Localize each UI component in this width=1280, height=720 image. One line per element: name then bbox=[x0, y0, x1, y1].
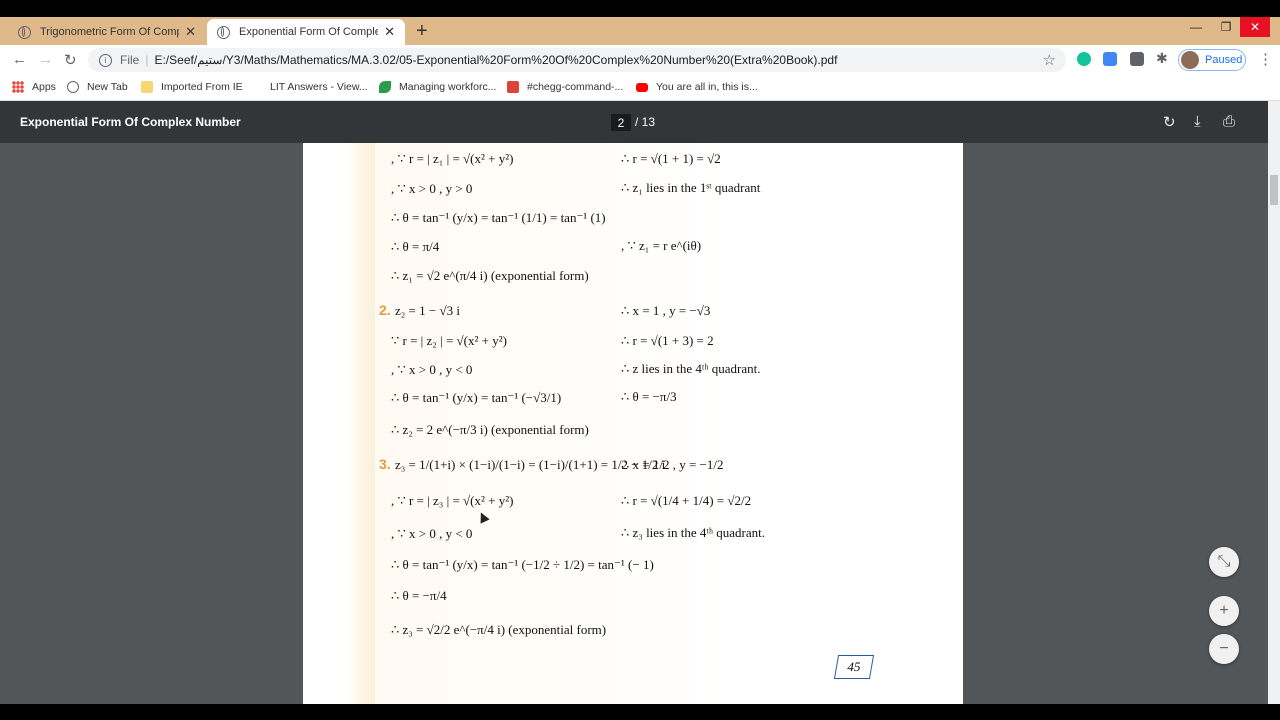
math-line: ∴ z₁ = √2 e^(π/4 i) (exponential form) bbox=[391, 268, 589, 283]
math-line: ∴ θ = −π/3 bbox=[621, 389, 677, 404]
math-line: , ∵ z₁ = r e^(iθ) bbox=[621, 238, 702, 253]
pdf-title: Exponential Form Of Complex Number bbox=[20, 115, 241, 129]
profile-status: Paused bbox=[1205, 54, 1243, 66]
window-close-button[interactable]: ✕ bbox=[1240, 17, 1270, 37]
screen-bottom-strip bbox=[0, 704, 1280, 720]
math-line: ∴ r = √(1/4 + 1/4) = √2/2 bbox=[621, 493, 752, 508]
math-line: , ∵ r = | z₁ | = √(x² + y²) bbox=[391, 151, 514, 166]
tab-trigonometric[interactable]: Trigonometric Form Of Complex Number ✕ bbox=[8, 19, 206, 45]
math-line: ∴ r = √(1 + 1) = √2 bbox=[621, 151, 721, 166]
math-line: ∴ θ = tan⁻¹ (y/x) = tan⁻¹ (−√3/1) bbox=[391, 390, 562, 405]
forward-button[interactable]: → bbox=[38, 51, 53, 68]
math-line: ∴ x = 1/2 , y = −1/2 bbox=[621, 457, 724, 472]
bookmark-label: You are all in, this is... bbox=[656, 81, 758, 93]
math-line: , ∵ x > 0 , y > 0 bbox=[391, 181, 473, 196]
bookmark-managing-workforce[interactable]: Managing workforc... bbox=[379, 81, 496, 93]
url-text[interactable]: E:/Seef/ستيم/Y3/Maths/Mathematics/MA.3.0… bbox=[154, 53, 837, 67]
item-number: 3. bbox=[379, 456, 391, 472]
math-line: ∴ z₂ = 2 e^(−π/3 i) (exponential form) bbox=[391, 422, 589, 437]
reload-button[interactable]: ↻ bbox=[64, 51, 77, 69]
pdf-page: , ∵ r = | z₁ | = √(x² + y²) ∴ r = √(1 + … bbox=[303, 143, 963, 704]
leaf-icon bbox=[379, 81, 391, 93]
pdf-toolbar: Exponential Form Of Complex Number 2 / 1… bbox=[0, 101, 1268, 143]
bookmark-lit-answers[interactable]: LIT Answers - View... bbox=[250, 81, 368, 93]
math-line: , ∵ x > 0 , y < 0 bbox=[391, 362, 473, 377]
facebook-icon[interactable] bbox=[1130, 52, 1144, 66]
globe-icon bbox=[217, 25, 230, 39]
screen-top-strip bbox=[0, 0, 1280, 17]
print-icon[interactable]: ⎙ bbox=[1223, 113, 1235, 130]
math-line: ∴ θ = π/4 bbox=[391, 239, 440, 254]
globe-icon bbox=[18, 25, 31, 39]
page-margin-strip bbox=[348, 143, 375, 704]
avatar bbox=[1181, 51, 1199, 69]
maximize-button[interactable]: ❐ bbox=[1212, 17, 1240, 37]
bookmark-label: Imported From IE bbox=[161, 81, 243, 93]
bookmark-label: New Tab bbox=[87, 81, 128, 93]
back-button[interactable]: ← bbox=[12, 51, 27, 68]
address-bar[interactable]: i File | E:/Seef/ستيم/Y3/Maths/Mathemati… bbox=[88, 48, 1066, 72]
math-line: z₂ = 1 − √3 i bbox=[395, 303, 460, 318]
math-line: ∴ x = 1 , y = −√3 bbox=[621, 303, 711, 318]
math-line: ∴ θ = −π/4 bbox=[391, 588, 447, 603]
item-number: 2. bbox=[379, 302, 391, 318]
bookmark-apps[interactable]: Apps bbox=[12, 81, 56, 93]
translate-icon[interactable] bbox=[1103, 52, 1117, 66]
info-icon[interactable]: i bbox=[99, 53, 112, 67]
bookmark-new-tab[interactable]: New Tab bbox=[67, 81, 128, 93]
scheme-label: File bbox=[120, 53, 140, 67]
page-number-input[interactable]: 2 bbox=[611, 114, 631, 131]
tab-title: Trigonometric Form Of Complex Number bbox=[40, 26, 179, 38]
minimize-button[interactable]: — bbox=[1182, 17, 1210, 37]
bookmarks-bar: Apps New Tab Imported From IE LIT Answer… bbox=[0, 75, 1280, 101]
tab-title: Exponential Form Of Complex Number bbox=[239, 26, 379, 38]
close-tab-icon[interactable]: ✕ bbox=[185, 24, 196, 40]
page-total: / 13 bbox=[635, 115, 656, 129]
math-line: , ∵ x > 0 , y < 0 bbox=[391, 526, 473, 541]
grammarly-icon[interactable] bbox=[1077, 52, 1091, 66]
fit-to-page-button[interactable]: ⤡ bbox=[1209, 547, 1239, 577]
profile-button[interactable]: Paused bbox=[1178, 49, 1246, 71]
bookmark-youtube[interactable]: You are all in, this is... bbox=[636, 81, 758, 93]
tab-exponential[interactable]: Exponential Form Of Complex Number ✕ bbox=[207, 19, 405, 45]
math-line: ∴ θ = tan⁻¹ (y/x) = tan⁻¹ (−1/2 ÷ 1/2) =… bbox=[391, 557, 654, 572]
zoom-out-button[interactable]: − bbox=[1209, 634, 1239, 664]
blank-icon bbox=[250, 81, 262, 93]
math-line: ∵ r = | z₂ | = √(x² + y²) bbox=[391, 333, 507, 348]
tab-strip: Trigonometric Form Of Complex Number ✕ E… bbox=[0, 17, 1280, 45]
bookmark-chegg[interactable]: #chegg-command-... bbox=[507, 81, 623, 93]
math-line: ∴ z₃ lies in the 4ᵗʰ quadrant. bbox=[621, 525, 766, 540]
rotate-icon[interactable]: ↻ bbox=[1163, 113, 1176, 131]
close-tab-icon[interactable]: ✕ bbox=[384, 24, 395, 40]
calendar-icon bbox=[507, 81, 519, 93]
math-line: ∴ z₃ = √2/2 e^(−π/4 i) (exponential form… bbox=[391, 622, 607, 637]
youtube-icon bbox=[636, 82, 648, 92]
folder-icon bbox=[141, 81, 153, 93]
math-line: ∴ θ = tan⁻¹ (y/x) = tan⁻¹ (1/1) = tan⁻¹ … bbox=[391, 210, 606, 225]
browser-toolbar: ← → ↻ i File | E:/Seef/ستيم/Y3/Maths/Mat… bbox=[0, 45, 1280, 75]
menu-icon[interactable]: ⋮ bbox=[1258, 50, 1273, 68]
bookmark-label: #chegg-command-... bbox=[527, 81, 624, 93]
zoom-in-button[interactable]: + bbox=[1209, 596, 1239, 626]
apps-grid-icon bbox=[12, 81, 24, 93]
bookmark-imported-ie[interactable]: Imported From IE bbox=[141, 81, 243, 93]
puzzle-icon[interactable]: ✱ bbox=[1156, 50, 1170, 66]
globe-icon bbox=[67, 81, 79, 93]
math-line: ∴ z₁ lies in the 1ˢᵗ quadrant bbox=[621, 180, 761, 195]
math-line: ∴ r = √(1 + 3) = 2 bbox=[621, 333, 714, 348]
download-icon[interactable]: ⤓ bbox=[1194, 113, 1201, 130]
math-line: ∴ z lies in the 4ᵗʰ quadrant. bbox=[621, 361, 761, 376]
star-icon[interactable]: ☆ bbox=[1043, 51, 1056, 69]
pdf-viewer[interactable]: , ∵ r = | z₁ | = √(x² + y²) ∴ r = √(1 + … bbox=[0, 143, 1268, 704]
bookmark-label: Apps bbox=[32, 81, 56, 93]
new-tab-button[interactable]: + bbox=[416, 20, 428, 43]
bookmark-label: Managing workforc... bbox=[399, 81, 497, 93]
separator: | bbox=[145, 53, 149, 67]
scrollbar-thumb[interactable] bbox=[1270, 175, 1278, 205]
printed-page-number: 45 bbox=[833, 655, 875, 679]
math-line: , ∵ r = | z₃ | = √(x² + y²) bbox=[391, 493, 514, 508]
bookmark-label: LIT Answers - View... bbox=[270, 81, 368, 93]
